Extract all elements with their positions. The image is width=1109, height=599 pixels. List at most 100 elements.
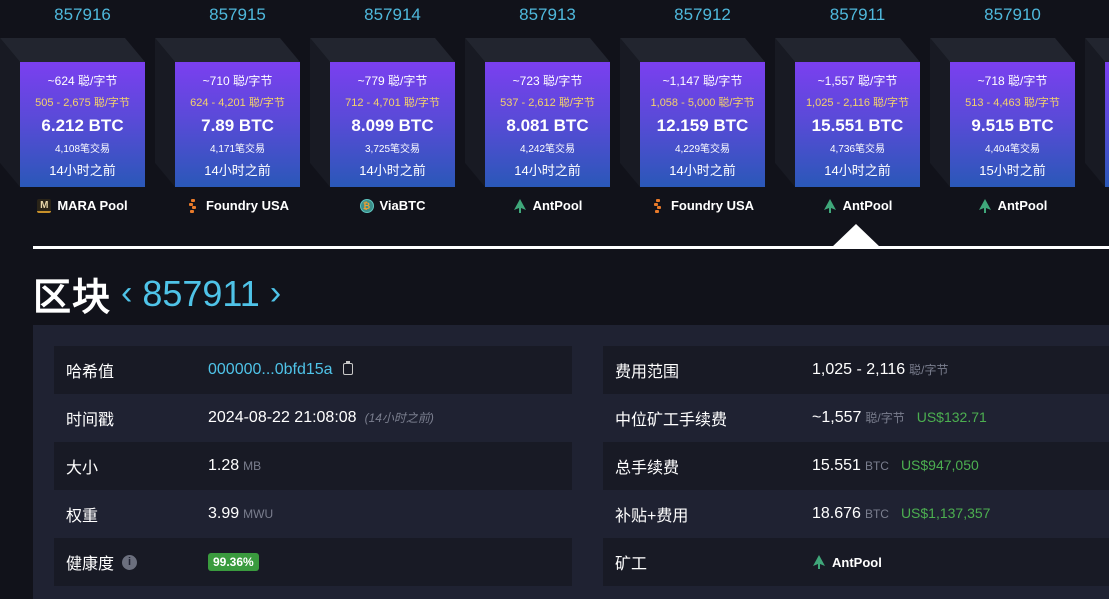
block-item[interactable]: 857910 ~718 聪/字节 513 - 4,463 聪/字节 9.515 BTC…	[930, 0, 1085, 230]
info-icon[interactable]: i	[122, 554, 138, 570]
block-tx-count: 4,108笔交易	[54, 144, 111, 155]
block-cube-side	[310, 38, 330, 187]
block-cube-side	[930, 38, 950, 187]
block-pool[interactable]: Foundry USA	[640, 198, 765, 213]
median-fee-unit: 聪/字节	[865, 411, 905, 425]
blockchain-strip: 857916 ~624 聪/字节 505 - 2,675 聪/字节 6.212 BTC…	[0, 0, 1109, 250]
block-hash-link[interactable]: 000000...0bfd15a	[208, 361, 333, 379]
block-height-link[interactable]: 857912	[640, 5, 765, 25]
subsidy-fees-usd: US$1,137,357	[900, 505, 991, 521]
total-fees-value: 15.551	[812, 457, 861, 474]
block-item[interactable]: 857912 ~1,147 聪/字节 1,058 - 5,000 聪/字节 12.15…	[620, 0, 775, 230]
block-time-ago: 14小时之前	[204, 163, 271, 178]
block-cube-face[interactable]	[1105, 62, 1109, 187]
block-pool[interactable]: AntPool	[950, 198, 1075, 213]
block-cube[interactable]: ~723 聪/字节 537 - 2,612 聪/字节 8.081 BTC 4,242笔…	[465, 38, 610, 187]
subsidy-fees-value: 18.676	[812, 505, 861, 522]
block-cube[interactable]: ~710 聪/字节 624 - 4,201 聪/字节 7.89 BTC 4,171笔交…	[155, 38, 300, 187]
block-pool[interactable]: AntPool	[485, 198, 610, 213]
timestamp-value: 2024-08-22 21:08:08	[208, 409, 357, 426]
block-pool-name: AntPool	[532, 198, 583, 213]
block-item[interactable]: 857916 ~624 聪/字节 505 - 2,675 聪/字节 6.212 BTC…	[0, 0, 155, 230]
block-fee-range: 1,025 - 2,116 聪/字节	[805, 97, 910, 109]
miner-link[interactable]: AntPool	[812, 555, 882, 570]
median-fee-usd: US$132.71	[916, 409, 987, 425]
block-item[interactable]: 857911 ~1,557 聪/字节 1,025 - 2,116 聪/字节 15.55…	[775, 0, 930, 230]
block-fee-range: 1,058 - 5,000 聪/字节	[650, 97, 755, 109]
block-height-link[interactable]: 857916	[20, 5, 145, 25]
block-details-panel: 哈希值 000000...0bfd15a 时间戳 2024-08-22 21:0…	[33, 325, 1109, 599]
block-height-link[interactable]: 857910	[950, 5, 1075, 25]
block-cube-face[interactable]: ~624 聪/字节 505 - 2,675 聪/字节 6.212 BTC 4,108笔…	[20, 62, 145, 187]
block-cube-top	[155, 38, 300, 62]
fee-range-label: 费用范围	[615, 364, 680, 381]
miner-name: AntPool	[832, 554, 882, 570]
block-height-title: 857911	[142, 272, 260, 314]
block-fee-range: 624 - 4,201 聪/字节	[190, 97, 285, 109]
foundry-usa-icon	[186, 198, 200, 213]
block-fee-range: 537 - 2,612 聪/字节	[500, 97, 595, 109]
chevron-right-icon[interactable]: ›	[270, 274, 281, 313]
block-explorer-page: 857916 ~624 聪/字节 505 - 2,675 聪/字节 6.212 BTC…	[0, 0, 1109, 599]
fee-range-value: 1,025 - 2,116	[812, 361, 906, 378]
copy-icon[interactable]	[342, 361, 353, 375]
block-item[interactable]: 857914 ~779 聪/字节 712 - 4,701 聪/字节 8.099 BTC…	[310, 0, 465, 230]
miner-label: 矿工	[615, 556, 648, 573]
block-cube-side	[155, 38, 175, 187]
block-cube-top	[775, 38, 920, 62]
block-cube[interactable]: ~1,557 聪/字节 1,025 - 2,116 聪/字节 15.551 BTC 4…	[775, 38, 920, 187]
timestamp-relative: (14小时之前)	[364, 411, 434, 425]
block-pool[interactable]: M MARA Pool	[20, 198, 145, 213]
antpool-icon	[978, 198, 992, 213]
block-height-link[interactable]: 857913	[485, 5, 610, 25]
block-height-link[interactable]: 857911	[795, 5, 920, 25]
block-median-fee: ~624 聪/字节	[47, 74, 118, 88]
block-cube[interactable]: ~718 聪/字节 513 - 4,463 聪/字节 9.515 BTC 4,404笔…	[930, 38, 1075, 187]
block-height-link[interactable]: 857914	[330, 5, 455, 25]
block-reward: 12.159 BTC	[656, 116, 749, 135]
block-cube[interactable]: ~1,147 聪/字节 1,058 - 5,000 聪/字节 12.159 BTC 4…	[620, 38, 765, 187]
row-timestamp: 时间戳 2024-08-22 21:08:08 (14小时之前)	[54, 394, 572, 442]
block-reward: 6.212 BTC	[41, 116, 124, 135]
block-cube[interactable]: ~624 聪/字节 505 - 2,675 聪/字节 6.212 BTC 4,108笔…	[0, 38, 145, 187]
block-pool[interactable]: AntPool	[795, 198, 920, 213]
block-tx-count: 3,725笔交易	[364, 144, 421, 155]
block-time-ago: 14小时之前	[359, 163, 426, 178]
block-median-fee: ~723 聪/字节	[512, 74, 583, 88]
foundry-usa-icon	[651, 198, 665, 213]
block-cube-face[interactable]: ~1,147 聪/字节 1,058 - 5,000 聪/字节 12.159 BTC 4…	[640, 62, 765, 187]
block-cube-side	[775, 38, 795, 187]
block-cube[interactable]	[1085, 38, 1109, 187]
viabtc-icon: ₿	[359, 198, 374, 213]
size-label: 大小	[66, 460, 99, 477]
block-tx-count: 4,242笔交易	[519, 144, 576, 155]
timestamp-label: 时间戳	[66, 412, 115, 429]
row-hash: 哈希值 000000...0bfd15a	[54, 346, 572, 394]
block-item[interactable]: 857915 ~710 聪/字节 624 - 4,201 聪/字节 7.89 BTC 4…	[155, 0, 310, 230]
block-height-link[interactable]: 857915	[175, 5, 300, 25]
block-cube-face[interactable]: ~723 聪/字节 537 - 2,612 聪/字节 8.081 BTC 4,242笔…	[485, 62, 610, 187]
antpool-icon	[812, 555, 826, 569]
row-median-fee: 中位矿工手续费 ~1,557 聪/字节 US$132.71	[603, 394, 1109, 442]
block-cube-top	[620, 38, 765, 62]
block-cube-face[interactable]: ~1,557 聪/字节 1,025 - 2,116 聪/字节 15.551 BTC 4…	[795, 62, 920, 187]
block-median-fee: ~1,147 聪/字节	[662, 74, 743, 88]
antpool-icon	[513, 198, 527, 213]
row-miner: 矿工 AntPool	[603, 538, 1109, 586]
block-cube-face[interactable]: ~779 聪/字节 712 - 4,701 聪/字节 8.099 BTC 3,725笔…	[330, 62, 455, 187]
block-pool-name: AntPool	[842, 198, 893, 213]
block-reward: 8.099 BTC	[351, 116, 434, 135]
block-item-partial[interactable]	[1085, 0, 1109, 230]
block-cube-top	[930, 38, 1075, 62]
block-cube-top	[310, 38, 455, 62]
block-cube-face[interactable]: ~710 聪/字节 624 - 4,201 聪/字节 7.89 BTC 4,171笔交…	[175, 62, 300, 187]
block-cube-face[interactable]: ~718 聪/字节 513 - 4,463 聪/字节 9.515 BTC 4,404笔…	[950, 62, 1075, 187]
block-pool-name: ViaBTC	[379, 198, 426, 213]
health-badge: 99.36%	[208, 553, 259, 571]
block-item[interactable]: 857913 ~723 聪/字节 537 - 2,612 聪/字节 8.081 BTC…	[465, 0, 620, 230]
block-median-fee: ~710 聪/字节	[202, 74, 273, 88]
chevron-left-icon[interactable]: ‹	[121, 274, 132, 313]
block-cube[interactable]: ~779 聪/字节 712 - 4,701 聪/字节 8.099 BTC 3,725笔…	[310, 38, 455, 187]
block-pool[interactable]: ₿ ViaBTC	[330, 198, 455, 213]
block-pool[interactable]: Foundry USA	[175, 198, 300, 213]
